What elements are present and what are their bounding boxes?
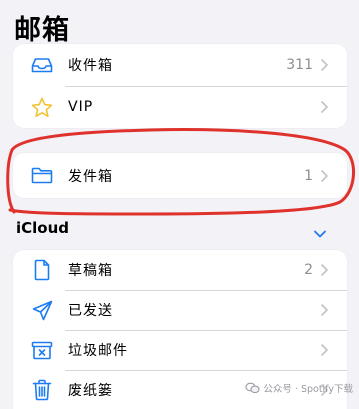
- paper-plane-icon: [30, 298, 54, 322]
- mailbox-label: 收件箱: [68, 58, 113, 74]
- unread-count: 1: [304, 167, 313, 184]
- document-icon: [30, 258, 54, 282]
- chevron-right-icon: [321, 59, 329, 72]
- star-icon: [30, 95, 54, 119]
- mailbox-label: 草稿箱: [68, 263, 113, 279]
- mailbox-label: VIP: [68, 99, 94, 115]
- mailbox-label: 垃圾邮件: [68, 343, 128, 359]
- unread-count: 311: [286, 57, 313, 73]
- mailbox-row-sent[interactable]: 已发送: [13, 290, 347, 330]
- outbox-card: 发件箱 1: [13, 153, 347, 198]
- mailbox-row-vip[interactable]: VIP: [13, 86, 347, 128]
- chevron-right-icon: [321, 344, 329, 357]
- section-title-icloud: iCloud: [16, 219, 70, 237]
- page-title: 邮箱: [14, 15, 70, 46]
- inbox-tray-icon: [30, 53, 54, 77]
- chevron-down-icon[interactable]: [313, 224, 327, 238]
- watermark: 公众号 · Spotify下载: [245, 381, 353, 395]
- chevron-right-icon: [321, 101, 329, 114]
- watermark-text: 公众号 · Spotify下载: [263, 384, 353, 395]
- mailboxes-list: 收件箱 311 VIP: [13, 44, 347, 128]
- mailboxes-screen: 邮箱 收件箱 311 VIP 发件箱 1 iCloud 草稿箱 2 已发送 垃圾…: [0, 0, 359, 409]
- chevron-right-icon: [321, 304, 329, 317]
- mailbox-row-outbox[interactable]: 发件箱 1: [13, 153, 347, 198]
- unread-count: 2: [304, 262, 313, 278]
- folder-icon: [30, 164, 54, 188]
- chevron-right-icon: [321, 169, 329, 182]
- mailbox-row-drafts[interactable]: 草稿箱 2: [13, 250, 347, 290]
- mailbox-row-inbox[interactable]: 收件箱 311: [13, 44, 347, 86]
- trash-icon: [30, 378, 54, 402]
- wechat-logo-icon: [245, 382, 260, 394]
- junk-tray-icon: [30, 338, 54, 362]
- mailbox-label: 已发送: [68, 303, 113, 319]
- mailbox-label: 发件箱: [68, 168, 113, 185]
- chevron-right-icon: [321, 264, 329, 277]
- mailbox-row-junk[interactable]: 垃圾邮件: [13, 330, 347, 370]
